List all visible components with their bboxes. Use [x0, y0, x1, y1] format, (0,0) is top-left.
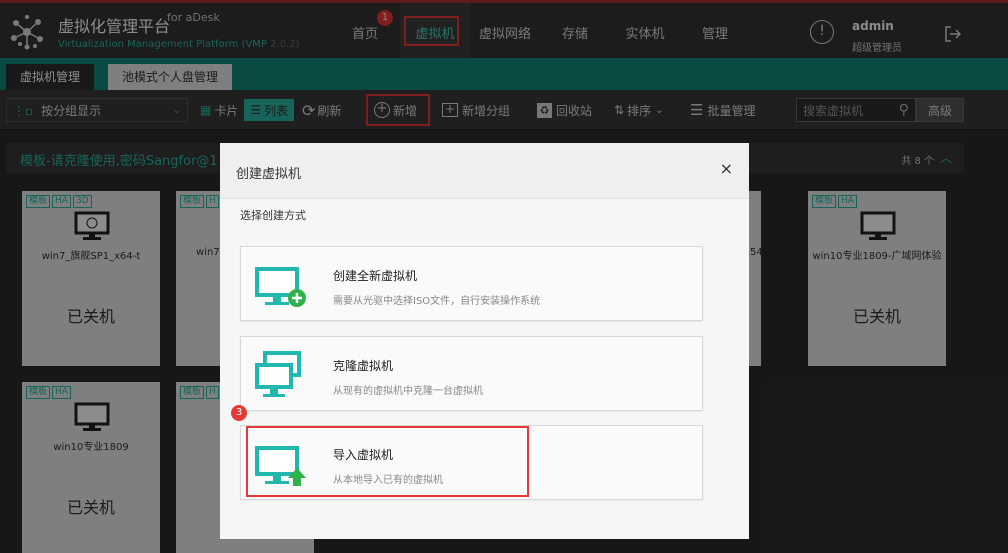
option-title: 克隆虚拟机 [333, 359, 394, 373]
step-badge-3: 3 [231, 405, 247, 421]
dialog-title: 创建虚拟机 [236, 167, 302, 182]
dialog-hint: 选择创建方式 [240, 209, 306, 222]
option-title: 创建全新虚拟机 [333, 269, 418, 283]
dialog-header: 创建虚拟机 × [220, 143, 749, 199]
option-desc: 从现有的虚拟机中克隆一台虚拟机 [333, 386, 483, 397]
option-desc: 需要从光驱中选择ISO文件，自行安装操作系统 [333, 296, 541, 307]
option-create-new-vm[interactable]: 创建全新虚拟机 需要从光驱中选择ISO文件，自行安装操作系统 [240, 246, 703, 321]
close-icon[interactable]: × [720, 159, 733, 178]
option-clone-vm[interactable]: 克隆虚拟机 从现有的虚拟机中克隆一台虚拟机 [240, 336, 703, 411]
clone-vm-icon [255, 351, 301, 397]
import-option-highlight [246, 426, 529, 497]
new-vm-icon [255, 267, 306, 307]
create-vm-dialog: 创建虚拟机 × 选择创建方式 创建全新虚拟机 需要从光驱中选择ISO文件，自行安… [220, 143, 749, 539]
